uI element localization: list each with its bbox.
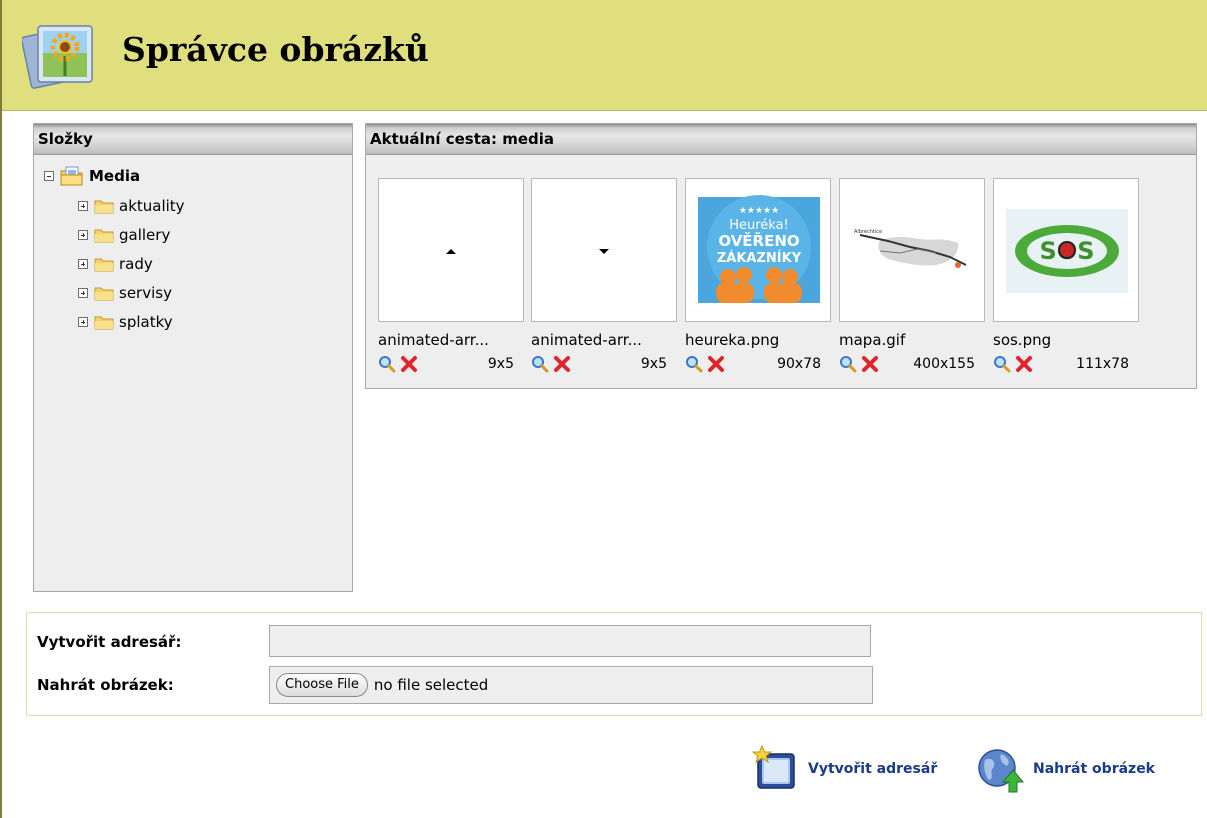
file-actions: 111x78 (993, 354, 1139, 374)
image-dimensions: 9x5 (640, 356, 667, 372)
image-dimensions: 90x78 (777, 356, 821, 372)
folders-panel-title: Složky (34, 124, 352, 155)
expand-icon[interactable] (78, 288, 88, 298)
tree-item-label: rady (119, 255, 153, 273)
file-actions: 9x5 (378, 354, 524, 374)
no-file-text: no file selected (373, 676, 489, 694)
create-dir-link[interactable]: Vytvořit adresář (808, 761, 937, 777)
delete-icon[interactable] (1015, 355, 1033, 373)
file-name: animated-arr... (378, 331, 489, 349)
arrow-up-icon (446, 249, 456, 254)
tree-item-splatky[interactable]: splatky (78, 311, 173, 333)
file-name: mapa.gif (839, 331, 906, 349)
zoom-icon[interactable] (993, 355, 1011, 373)
upload-link[interactable]: Nahrát obrázek (1033, 761, 1155, 777)
tree-item-aktuality[interactable]: aktuality (78, 195, 185, 217)
heureka-text-1: Heuréka! (729, 218, 789, 233)
expand-icon[interactable] (78, 259, 88, 269)
tree-item-label: Media (89, 167, 141, 185)
tree-item-servisy[interactable]: servisy (78, 282, 172, 304)
folder-icon (94, 287, 114, 301)
image-dimensions: 400x155 (913, 356, 975, 372)
folder-icon (94, 229, 114, 243)
heureka-badge: ★★★★★ Heuréka! OVĚŘENO ZÁKAZNÍKY (698, 195, 820, 303)
collapse-icon[interactable] (44, 171, 54, 181)
new-folder-icon (751, 744, 795, 789)
zoom-icon[interactable] (378, 355, 396, 373)
zoom-icon[interactable] (685, 355, 703, 373)
picture-manager-icon (22, 25, 93, 89)
folder-icon (94, 258, 114, 272)
svg-text:★★★★★: ★★★★★ (739, 206, 779, 216)
file-actions: 90x78 (685, 354, 831, 374)
folder-icon (94, 200, 114, 214)
heureka-text-3: ZÁKAZNÍKY (717, 250, 802, 266)
heureka-text-2: OVĚŘENO (718, 231, 799, 250)
delete-icon[interactable] (400, 355, 418, 373)
upload-label: Nahrát obrázek: (37, 676, 174, 694)
globe-upload-icon (978, 749, 1025, 793)
expand-icon[interactable] (78, 230, 88, 240)
file-name: animated-arr... (531, 331, 642, 349)
file-name: heureka.png (685, 331, 780, 349)
files-panel: Aktuální cesta: media animated-arr... 9x… (365, 123, 1197, 389)
file-thumbnail[interactable]: Albrechtice (839, 178, 985, 322)
file-thumbnail[interactable] (378, 178, 524, 322)
file-actions: 9x5 (531, 354, 677, 374)
file-thumbnail[interactable] (531, 178, 677, 322)
page-left-rule (0, 0, 2, 818)
create-dir-label: Vytvořit adresář: (37, 633, 182, 651)
current-path-title: Aktuální cesta: media (366, 124, 1196, 155)
tree-item-label: gallery (119, 226, 171, 244)
file-thumbnail[interactable]: SOS (993, 178, 1139, 322)
tree-item-rady[interactable]: rady (78, 253, 153, 275)
file-card[interactable]: Albrechtice mapa.gif 400x155 (839, 178, 985, 374)
folders-panel: Složky Media aktuality gallery rady serv… (33, 123, 353, 592)
expand-icon[interactable] (78, 317, 88, 327)
svg-text:Albrechtice: Albrechtice (854, 229, 882, 235)
create-dir-input[interactable] (269, 625, 871, 657)
page-title: Správce obrázků (122, 30, 429, 69)
file-thumbnail[interactable]: ★★★★★ Heuréka! OVĚŘENO ZÁKAZNÍKY (685, 178, 831, 322)
upload-action[interactable]: Nahrát obrázek (975, 744, 1155, 794)
sos-logo: SOS (1006, 209, 1128, 293)
file-card[interactable]: animated-arr... 9x5 (378, 178, 524, 374)
file-card[interactable]: SOS sos.png 111x78 (993, 178, 1139, 374)
file-actions: 400x155 (839, 354, 985, 374)
image-dimensions: 111x78 (1076, 356, 1129, 372)
zoom-icon[interactable] (839, 355, 857, 373)
create-dir-action[interactable]: Vytvořit adresář (750, 744, 937, 794)
delete-icon[interactable] (861, 355, 879, 373)
file-name: sos.png (993, 331, 1052, 349)
page-header: Správce obrázků (2, 0, 1207, 111)
media-folder-icon (60, 166, 83, 186)
zoom-icon[interactable] (531, 355, 549, 373)
image-dimensions: 9x5 (487, 356, 514, 372)
choose-file-button[interactable]: Choose File (276, 673, 368, 697)
delete-icon[interactable] (553, 355, 571, 373)
tree-item-label: splatky (119, 313, 173, 331)
file-card[interactable]: animated-arr... 9x5 (531, 178, 677, 374)
tree-item-label: servisy (119, 284, 172, 302)
tree-item-label: aktuality (119, 197, 185, 215)
expand-icon[interactable] (78, 201, 88, 211)
delete-icon[interactable] (707, 355, 725, 373)
map-image: Albrechtice (848, 223, 976, 275)
folder-icon (94, 316, 114, 330)
file-card[interactable]: ★★★★★ Heuréka! OVĚŘENO ZÁKAZNÍKY heureka… (685, 178, 831, 374)
file-upload-field[interactable]: Choose File no file selected (269, 666, 873, 704)
upload-form: Vytvořit adresář: Nahrát obrázek: Choose… (26, 612, 1202, 716)
arrow-down-icon (599, 249, 609, 254)
tree-item-gallery[interactable]: gallery (78, 224, 170, 246)
tree-item-media[interactable]: Media (44, 165, 140, 187)
